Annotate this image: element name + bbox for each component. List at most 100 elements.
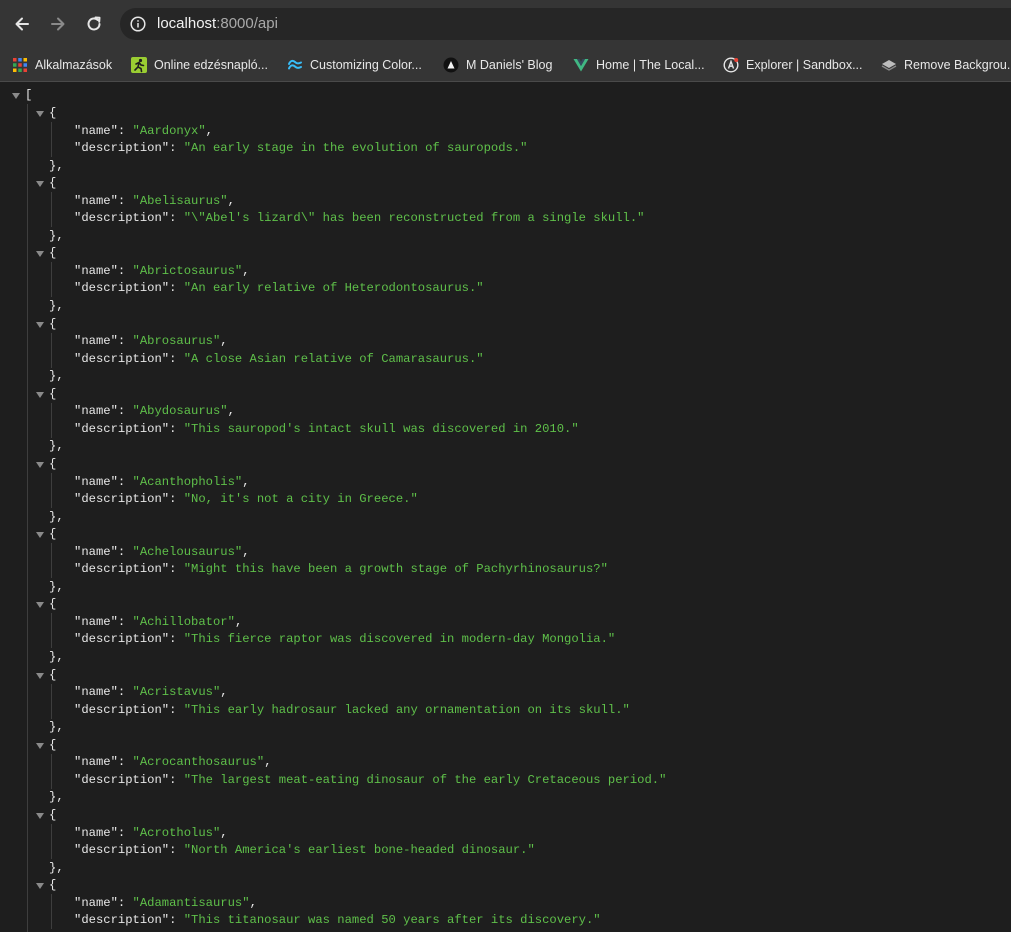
json-object-close: }, [49, 298, 64, 313]
indent-guide [51, 473, 52, 508]
json-key: "name" [74, 685, 118, 700]
json-key: "description" [74, 562, 170, 577]
json-string-value: "Acanthopholis" [132, 474, 243, 489]
json-colon: : [117, 544, 133, 559]
json-colon: : [169, 843, 184, 857]
json-string-value: "This titanosaur was named 50 years afte… [183, 913, 601, 928]
json-object-open: { [49, 667, 57, 682]
bookmark-label: Remove Backgrou... [904, 57, 1011, 72]
info-icon[interactable] [130, 16, 146, 32]
bookmark-apps[interactable]: Alkalmazások [12, 48, 112, 81]
collapse-arrow-icon[interactable] [36, 742, 44, 749]
back-button[interactable] [10, 12, 34, 36]
json-key: "name" [74, 263, 118, 278]
json-string-value: "\"Abel's lizard\" has been reconstructe… [183, 211, 645, 226]
json-colon: : [169, 351, 184, 366]
json-key: "name" [74, 123, 118, 138]
json-string-value: "Achelousaurus" [132, 544, 243, 559]
json-colon: : [117, 685, 133, 700]
address-bar[interactable]: localhost:8000/api [120, 8, 1011, 40]
collapse-arrow-icon[interactable] [36, 321, 44, 328]
json-string-value: "North America's earliest bone-headed di… [183, 843, 535, 857]
bookmark-remove-background[interactable]: Remove Backgrou... [881, 48, 1011, 81]
json-name-row: "name": "Aardonyx", [74, 123, 213, 141]
json-key: "description" [74, 351, 170, 366]
apollo-logo-icon [723, 56, 739, 73]
json-comma: , [264, 755, 272, 770]
collapse-arrow-icon[interactable] [36, 883, 44, 890]
json-colon: : [117, 123, 133, 138]
json-open-bracket: [ [25, 88, 33, 102]
json-object-close: }, [49, 439, 64, 454]
json-colon: : [117, 193, 133, 208]
bookmark-m-daniels-blog[interactable]: M Daniels' Blog [443, 48, 552, 81]
collapse-arrow-icon[interactable] [12, 93, 20, 99]
collapse-arrow-icon[interactable] [36, 672, 44, 679]
json-description-row: "description": "An early stage in the ev… [74, 140, 527, 158]
collapse-arrow-icon[interactable] [36, 602, 44, 609]
json-colon: : [117, 755, 133, 770]
json-colon: : [169, 913, 184, 928]
json-string-value: "Abrosaurus" [132, 334, 221, 349]
bookmark-online-edzesnaplo[interactable]: Online edzésnapló... [131, 48, 268, 81]
bookmark-label: Alkalmazások [35, 57, 113, 72]
indent-guide [51, 122, 52, 157]
runner-icon [131, 56, 147, 73]
apps-grid-icon [13, 57, 27, 72]
json-key: "name" [74, 825, 118, 840]
json-name-row: "name": "Abelisaurus", [74, 193, 235, 211]
json-object-close: }, [49, 720, 64, 735]
indent-guide [51, 824, 52, 859]
json-object-close: }, [49, 509, 64, 524]
json-string-value: "Aardonyx" [132, 123, 206, 138]
json-object-open: { [49, 808, 57, 822]
json-colon: : [117, 474, 133, 489]
json-colon: : [117, 334, 133, 349]
collapse-arrow-icon[interactable] [36, 391, 44, 398]
json-string-value: "Acrotholus" [132, 825, 221, 840]
json-string-value: "Might this have been a growth stage of … [183, 562, 608, 577]
json-object-open: { [49, 597, 57, 612]
json-colon: : [169, 492, 184, 506]
collapse-arrow-icon[interactable] [36, 251, 44, 258]
json-comma: , [220, 334, 228, 349]
json-name-row: "name": "Achelousaurus", [74, 544, 250, 562]
json-object-close: }, [49, 158, 64, 173]
json-object-open: { [49, 737, 57, 752]
collapse-arrow-icon[interactable] [36, 813, 44, 819]
arrow-right-icon [51, 17, 65, 31]
json-description-row: "description": "This fierce raptor was d… [74, 631, 615, 649]
json-comma: , [220, 685, 228, 700]
bookmark-label: Home | The Local... [596, 57, 705, 72]
bookmark-customizing-color[interactable]: Customizing Color... [287, 48, 422, 81]
bookmark-home-the-local[interactable]: Home | The Local... [573, 48, 705, 81]
json-key: "description" [74, 281, 170, 296]
bookmark-explorer-sandbox[interactable]: Explorer | Sandbox... [723, 48, 863, 81]
forward-button[interactable] [46, 12, 70, 36]
json-colon: : [169, 632, 184, 647]
json-comma: , [227, 404, 235, 419]
json-object-close: }, [49, 860, 64, 875]
json-string-value: "Abelisaurus" [132, 193, 228, 208]
url-path: :8000/api [216, 15, 278, 32]
tailwind-icon [288, 59, 302, 69]
json-description-row: "description": "This early hadrosaur lac… [74, 702, 630, 720]
json-key: "name" [74, 544, 118, 559]
json-string-value: "An early stage in the evolution of saur… [183, 141, 528, 155]
json-description-row: "description": "No, it's not a city in G… [74, 491, 418, 509]
indent-guide [51, 332, 52, 368]
collapse-arrow-icon[interactable] [36, 532, 44, 539]
url-host: localhost [157, 15, 217, 32]
collapse-arrow-icon[interactable] [36, 111, 44, 117]
json-colon: : [117, 404, 133, 419]
reload-button[interactable] [82, 12, 106, 36]
reload-icon [87, 16, 101, 31]
collapse-arrow-icon[interactable] [36, 181, 44, 188]
json-description-row: "description": "A close Asian relative o… [74, 351, 484, 369]
bookmark-label: Online edzésnapló... [154, 57, 268, 72]
json-object-close: }, [49, 579, 64, 594]
url-text[interactable]: localhost:8000/api [157, 15, 278, 33]
collapse-arrow-icon[interactable] [36, 462, 44, 468]
json-comma: , [242, 544, 250, 559]
json-object-close: }, [49, 790, 64, 805]
